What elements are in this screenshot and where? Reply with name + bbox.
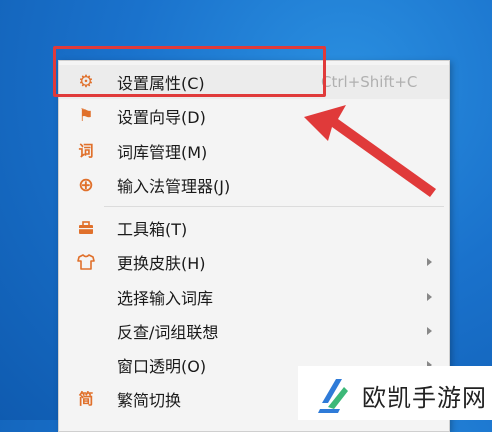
- traditional-simplified-icon: 简: [78, 389, 94, 408]
- menu-separator: [104, 206, 444, 207]
- menu-item-toolbox[interactable]: 工具箱(T): [59, 211, 449, 245]
- menu-item-label: 设置向导(D): [117, 108, 206, 127]
- highlight-box: [53, 46, 326, 97]
- submenu-arrow-icon: [427, 258, 432, 266]
- watermark-logo-icon: [318, 379, 348, 413]
- menu-item-label: 输入法管理器(J): [117, 177, 231, 196]
- menu-item-label: 更换皮肤(H): [117, 254, 206, 273]
- grid-circle-icon: ⊕: [78, 173, 94, 196]
- menu-item-select-dictionary[interactable]: 选择输入词库: [59, 280, 449, 314]
- toolbox-icon: [76, 218, 96, 238]
- menu-item-reverse-lookup[interactable]: 反查/词组联想: [59, 314, 449, 348]
- menu-item-label: 繁简切换: [117, 391, 182, 410]
- submenu-arrow-icon: [427, 293, 432, 301]
- menu-item-label: 反查/词组联想: [117, 323, 219, 342]
- menu-item-label: 工具箱(T): [117, 220, 188, 239]
- word-icon: 词: [78, 141, 94, 160]
- shirt-icon: [76, 252, 96, 272]
- shortcut-text: Ctrl+Shift+C: [321, 73, 418, 91]
- menu-item-label: 选择输入词库: [117, 289, 214, 308]
- flag-icon: ⚑: [78, 105, 94, 126]
- menu-item-label: 词库管理(M): [117, 143, 208, 162]
- menu-item-label: 窗口透明(O): [117, 357, 207, 376]
- pointer-arrow-icon: [304, 105, 436, 197]
- submenu-arrow-icon: [427, 327, 432, 335]
- watermark-text: 欧凯手游网: [362, 384, 487, 412]
- menu-item-change-skin[interactable]: 更换皮肤(H): [59, 245, 449, 279]
- watermark: 欧凯手游网: [298, 366, 492, 420]
